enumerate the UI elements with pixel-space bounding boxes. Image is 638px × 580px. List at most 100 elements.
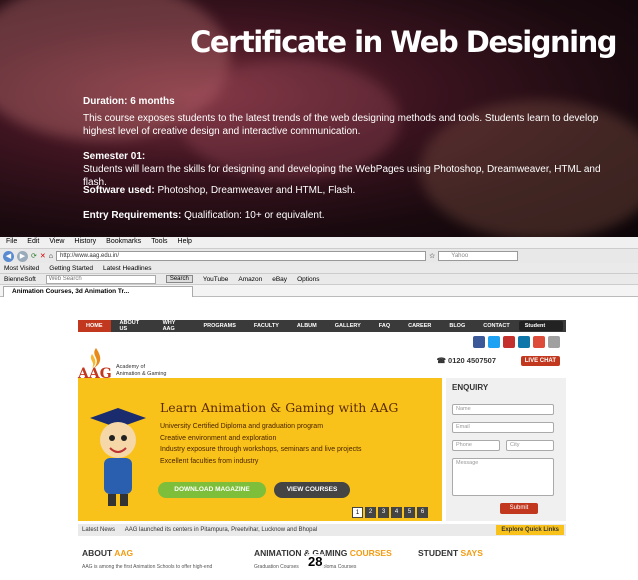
student-says-heading: STUDENT SAYS [418, 548, 483, 558]
course-description: This course exposes students to the late… [83, 113, 599, 137]
facebook-icon[interactable] [473, 336, 485, 348]
page-3[interactable]: 3 [378, 507, 389, 518]
page-2[interactable]: 2 [365, 507, 376, 518]
yahoo-search-input[interactable]: Yahoo [438, 251, 519, 261]
nav-faculty[interactable]: FACULTY [245, 323, 288, 329]
message-field[interactable]: Message [452, 458, 554, 496]
hero-banner: Learn Animation & Gaming with AAG Univer… [78, 378, 442, 521]
nav-why-aag[interactable]: WHY AAG [154, 320, 195, 332]
back-icon[interactable]: ◀ [3, 250, 14, 262]
nav-gallery[interactable]: GALLERY [326, 323, 370, 329]
menu-view[interactable]: View [49, 238, 64, 247]
live-chat-button[interactable]: LIVE CHAT [520, 356, 560, 366]
toolbar-row: BienneSoft Search YouTube Amazon eBay Op… [0, 274, 638, 285]
banner-points: University Certified Diploma and graduat… [160, 421, 362, 467]
name-field[interactable]: Name [452, 404, 554, 415]
menu-edit[interactable]: Edit [27, 238, 39, 247]
course-hero: Certificate in Web Designing Duration: 6… [0, 0, 638, 237]
navigation-bar: ◀ ▶ ⟳ ✕ ⌂ http://www.aag.edu.in/ ☆ Yahoo [0, 249, 638, 263]
phone-number: ☎ 0120 4507507 [436, 356, 496, 365]
banner-point: Industry exposure through workshops, sem… [160, 446, 362, 453]
menu-history[interactable]: History [74, 238, 96, 247]
flickr-icon[interactable] [548, 336, 560, 348]
toolbar-search-button[interactable]: Search [165, 275, 193, 283]
about-heading-b: AAG [114, 548, 134, 558]
home-icon[interactable]: ⌂ [49, 253, 53, 260]
googleplus-icon[interactable] [533, 336, 545, 348]
semester: Semester 01: [83, 150, 603, 163]
toolbar-search-input[interactable] [45, 274, 156, 284]
view-courses-button[interactable]: VIEW COURSES [274, 482, 350, 498]
youtube-icon[interactable] [503, 336, 515, 348]
enquiry-form: ENQUIRY Name Email Phone City Message Su… [446, 378, 566, 521]
nav-album[interactable]: ALBUM [288, 323, 326, 329]
nav-about[interactable]: ABOUT US [111, 320, 154, 332]
student-login-button[interactable]: Student Login [518, 321, 563, 339]
url-input[interactable]: http://www.aag.edu.in/ [55, 251, 426, 261]
website-content: HOME ABOUT US WHY AAG PROGRAMS FACULTY A… [78, 320, 566, 580]
nav-career[interactable]: CAREER [399, 323, 440, 329]
courses-heading-a: ANIMATION & GAMING [254, 548, 350, 558]
latest-news-bar: Latest News AAG launched its centers in … [78, 524, 566, 536]
software-text: Photoshop, Dreamweaver and HTML, Flash. [154, 185, 356, 196]
bookmark-getting-started[interactable]: Getting Started [49, 265, 93, 272]
toolbar-amazon[interactable]: Amazon [238, 276, 262, 283]
city-field[interactable]: City [506, 440, 554, 451]
tab-strip: Animation Courses, 3d Animation Tr... [0, 285, 638, 297]
menu-file[interactable]: File [6, 238, 17, 247]
page-number: 28 [306, 554, 325, 569]
entry-label: Entry Requirements: [83, 210, 182, 221]
banner-pager: 1 2 3 4 5 6 [352, 507, 428, 518]
download-magazine-button[interactable]: DOWNLOAD MAGAZINE [158, 482, 266, 498]
nav-programs[interactable]: PROGRAMS [195, 323, 245, 329]
toolbar-youtube[interactable]: YouTube [203, 276, 229, 283]
phone-field[interactable]: Phone [452, 440, 500, 451]
tab-active[interactable]: Animation Courses, 3d Animation Tr... [3, 286, 193, 297]
about-heading-a: ABOUT [82, 548, 115, 558]
email-field[interactable]: Email [452, 422, 554, 433]
linkedin-icon[interactable] [518, 336, 530, 348]
semester-label: Semester 01: [83, 151, 146, 162]
page-4[interactable]: 4 [391, 507, 402, 518]
entry-text: Qualification: 10+ or equivalent. [181, 210, 325, 221]
reload-icon[interactable]: ⟳ [31, 252, 37, 260]
star-icon[interactable]: ☆ [429, 252, 435, 260]
software-used: Software used: Photoshop, Dreamweaver an… [83, 184, 603, 197]
bookmark-most-visited[interactable]: Most Visited [4, 265, 39, 272]
nav-home[interactable]: HOME [78, 320, 111, 332]
forward-icon[interactable]: ▶ [17, 250, 28, 262]
courses-sub-a[interactable]: Graduation Courses [254, 564, 299, 570]
nav-blog[interactable]: BLOG [440, 323, 474, 329]
stop-icon[interactable]: ✕ [40, 252, 46, 260]
about-text: AAG is among the first Animation Schools… [82, 564, 213, 570]
submit-button[interactable]: Submit [500, 503, 538, 514]
nav-contact[interactable]: CONTACT [474, 323, 518, 329]
toolbar-options[interactable]: Options [297, 276, 319, 283]
menu-help[interactable]: Help [178, 238, 192, 247]
duration-label: Duration: 6 months [83, 96, 175, 107]
menu-bookmarks[interactable]: Bookmarks [106, 238, 141, 247]
banner-point: Creative environment and exploration [160, 434, 277, 442]
page-5[interactable]: 5 [404, 507, 415, 518]
news-text[interactable]: AAG launched its centers in Pitampura, P… [125, 527, 317, 533]
logo-line2: Animation & Gaming [116, 371, 167, 377]
page-6[interactable]: 6 [417, 507, 428, 518]
nav-faq[interactable]: FAQ [370, 323, 399, 329]
student-heading-a: STUDENT [418, 548, 461, 558]
social-icons [473, 336, 560, 348]
page-1[interactable]: 1 [352, 507, 363, 518]
toolbar-ebay[interactable]: eBay [272, 276, 287, 283]
bookmarks-bar: Most Visited Getting Started Latest Head… [0, 263, 638, 274]
duration: Duration: 6 months [83, 95, 603, 108]
banner-point: Excellent faculties from industry [160, 457, 259, 465]
courses-heading-b: COURSES [349, 548, 392, 558]
twitter-icon[interactable] [488, 336, 500, 348]
toolbar-brand: BienneSoft [4, 275, 36, 283]
explore-quick-links-button[interactable]: Explore Quick Links [496, 525, 564, 535]
student-heading-b: SAYS [460, 548, 483, 558]
banner-title: Learn Animation & Gaming with AAG [160, 400, 399, 415]
bookmark-latest-headlines[interactable]: Latest Headlines [103, 265, 151, 272]
menu-tools[interactable]: Tools [151, 238, 167, 247]
news-label: Latest News [82, 527, 116, 533]
course-title: Certificate in Web Designing [190, 25, 617, 59]
